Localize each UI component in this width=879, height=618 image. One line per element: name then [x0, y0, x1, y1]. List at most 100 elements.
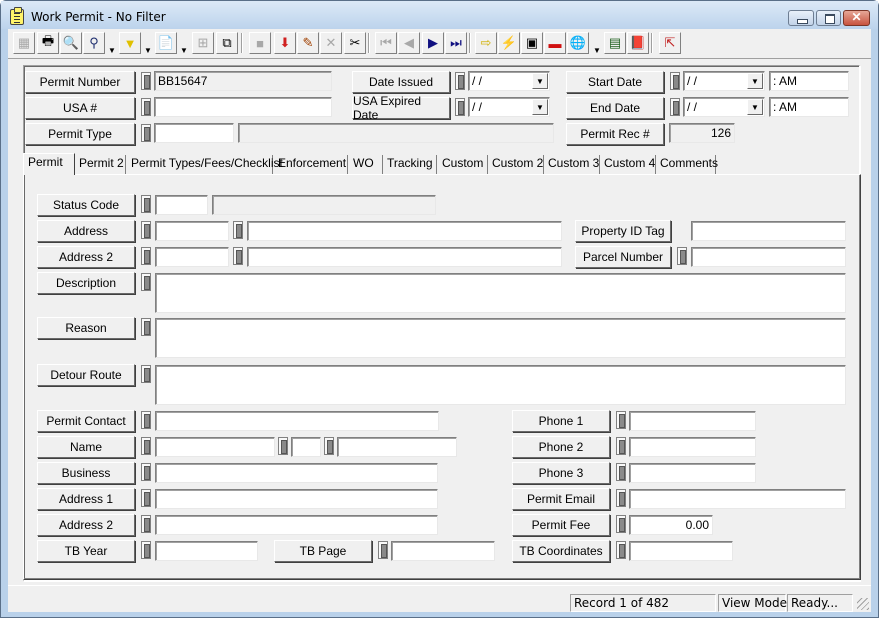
name-label-button[interactable]: Name	[37, 436, 135, 458]
lock-icon[interactable]	[141, 463, 151, 481]
tab-custom-2[interactable]: Custom 2	[488, 155, 544, 175]
dropdown-arrow-icon[interactable]: ▼	[591, 39, 603, 61]
property-id-tag-field[interactable]	[691, 221, 846, 241]
address2-number-field[interactable]	[155, 247, 229, 267]
calculator-icon[interactable]: ▤	[604, 32, 626, 54]
chevron-down-icon[interactable]: ▼	[747, 73, 763, 89]
tb-year-field[interactable]	[155, 541, 258, 561]
tab-permit-types-fees-checklist[interactable]: Permit Types/Fees/Checklist	[127, 155, 283, 175]
address2-street-field[interactable]	[247, 247, 562, 267]
lock-icon[interactable]	[278, 437, 288, 455]
lock-icon[interactable]	[141, 273, 151, 291]
detour-route-label-button[interactable]: Detour Route	[37, 364, 135, 386]
copy-record-icon[interactable]: ⧉	[216, 32, 238, 54]
first-record-icon[interactable]: ⏮	[375, 32, 397, 54]
address2-label-button[interactable]: Address 2	[37, 246, 135, 268]
lock-icon[interactable]	[324, 437, 334, 455]
resize-grip-icon[interactable]	[857, 598, 869, 610]
property-id-tag-label-button[interactable]: Property ID Tag	[575, 220, 671, 242]
reason-textarea[interactable]	[155, 318, 846, 358]
lock-icon[interactable]	[141, 124, 151, 142]
tab-custom-3[interactable]: Custom 3	[544, 155, 600, 175]
permit-email-label-button[interactable]: Permit Email	[512, 488, 610, 510]
start-date-combo[interactable]: / / ▼	[683, 71, 765, 91]
lock-icon[interactable]	[141, 98, 151, 116]
status-code-field[interactable]	[155, 195, 208, 215]
permit-contact-field[interactable]	[155, 411, 439, 431]
cut-icon[interactable]: ✂	[344, 32, 366, 54]
tab-permit[interactable]: Permit	[23, 153, 75, 175]
usa-expired-date-label-button[interactable]: USA Expired Date	[352, 94, 450, 122]
next-record-icon[interactable]: ▶	[422, 32, 444, 54]
start-date-label-button[interactable]: Start Date	[566, 71, 664, 93]
quick-action-icon[interactable]: ⚡	[498, 32, 520, 54]
usa-expired-date-combo[interactable]: / / ▼	[468, 97, 550, 117]
lock-icon[interactable]	[141, 489, 151, 507]
lock-icon[interactable]	[141, 318, 151, 336]
contact-address2-label-button[interactable]: Address 2	[37, 514, 135, 536]
dropdown-arrow-icon[interactable]: ▼	[178, 39, 190, 61]
permit-rec-label-button[interactable]: Permit Rec #	[566, 123, 664, 145]
chevron-down-icon[interactable]: ▼	[747, 99, 763, 115]
phone1-label-button[interactable]: Phone 1	[512, 410, 610, 432]
detour-route-textarea[interactable]	[155, 365, 846, 405]
address-number-field[interactable]	[155, 221, 229, 241]
previous-record-icon[interactable]: ◀	[398, 32, 420, 54]
save-icon[interactable]: ■	[249, 32, 271, 54]
usa-number-label-button[interactable]: USA #	[25, 97, 135, 119]
description-textarea[interactable]	[155, 273, 846, 313]
print-icon[interactable]: 🖶	[37, 32, 59, 54]
minimize-button[interactable]	[788, 10, 814, 26]
end-date-combo[interactable]: / / ▼	[683, 97, 765, 117]
contact-address2-field[interactable]	[155, 515, 438, 535]
lock-icon[interactable]	[141, 515, 151, 533]
description-label-button[interactable]: Description	[37, 272, 135, 294]
lock-icon[interactable]	[455, 98, 465, 116]
start-time-field[interactable]: : AM	[769, 71, 849, 91]
contact-address1-field[interactable]	[155, 489, 438, 509]
import-icon[interactable]: ⬇	[274, 32, 296, 54]
tab-tracking[interactable]: Tracking	[383, 155, 437, 175]
go-to-icon[interactable]: ⇨	[475, 32, 497, 54]
phone1-field[interactable]	[629, 411, 756, 431]
lock-icon[interactable]	[670, 98, 680, 116]
filter-icon[interactable]: ▼	[119, 32, 141, 54]
tab-comments[interactable]: Comments	[656, 155, 718, 175]
lock-icon[interactable]	[670, 72, 680, 90]
lock-icon[interactable]	[616, 411, 626, 429]
permit-fee-label-button[interactable]: Permit Fee	[512, 514, 610, 536]
contact-address1-label-button[interactable]: Address 1	[37, 488, 135, 510]
permit-number-field[interactable]: BB15647	[154, 71, 332, 91]
lock-icon[interactable]	[141, 365, 151, 383]
phone3-label-button[interactable]: Phone 3	[512, 462, 610, 484]
tab-enforcement[interactable]: Enforcement	[274, 155, 348, 175]
phone2-label-button[interactable]: Phone 2	[512, 436, 610, 458]
lock-icon[interactable]	[141, 437, 151, 455]
workflow-icon[interactable]: ▣	[521, 32, 543, 54]
address-label-button[interactable]: Address	[37, 220, 135, 242]
delete-icon[interactable]: ✕	[320, 32, 342, 54]
lock-icon[interactable]	[677, 247, 687, 265]
phone2-field[interactable]	[629, 437, 756, 457]
phone3-field[interactable]	[629, 463, 756, 483]
print-preview-icon[interactable]: 🔍	[60, 32, 82, 54]
tb-page-field[interactable]	[391, 541, 495, 561]
lock-icon[interactable]	[378, 541, 388, 559]
tb-year-label-button[interactable]: TB Year	[37, 540, 135, 562]
last-name-field[interactable]	[337, 437, 457, 457]
dropdown-arrow-icon[interactable]: ▼	[106, 39, 118, 61]
business-label-button[interactable]: Business	[37, 462, 135, 484]
end-time-field[interactable]: : AM	[769, 97, 849, 117]
usa-number-field[interactable]	[154, 97, 332, 117]
maximize-button[interactable]	[816, 10, 841, 26]
last-record-icon[interactable]: ⏭	[445, 32, 467, 54]
toolbox-icon[interactable]: ▬	[544, 32, 566, 54]
find-icon[interactable]: ⚲	[83, 32, 105, 54]
end-date-label-button[interactable]: End Date	[566, 97, 664, 119]
tab-custom-4[interactable]: Custom 4	[600, 155, 656, 175]
status-code-label-button[interactable]: Status Code	[37, 194, 135, 216]
reason-label-button[interactable]: Reason	[37, 317, 135, 339]
tb-coordinates-label-button[interactable]: TB Coordinates	[512, 540, 610, 562]
permit-email-field[interactable]	[629, 489, 846, 509]
lock-icon[interactable]	[141, 411, 151, 429]
